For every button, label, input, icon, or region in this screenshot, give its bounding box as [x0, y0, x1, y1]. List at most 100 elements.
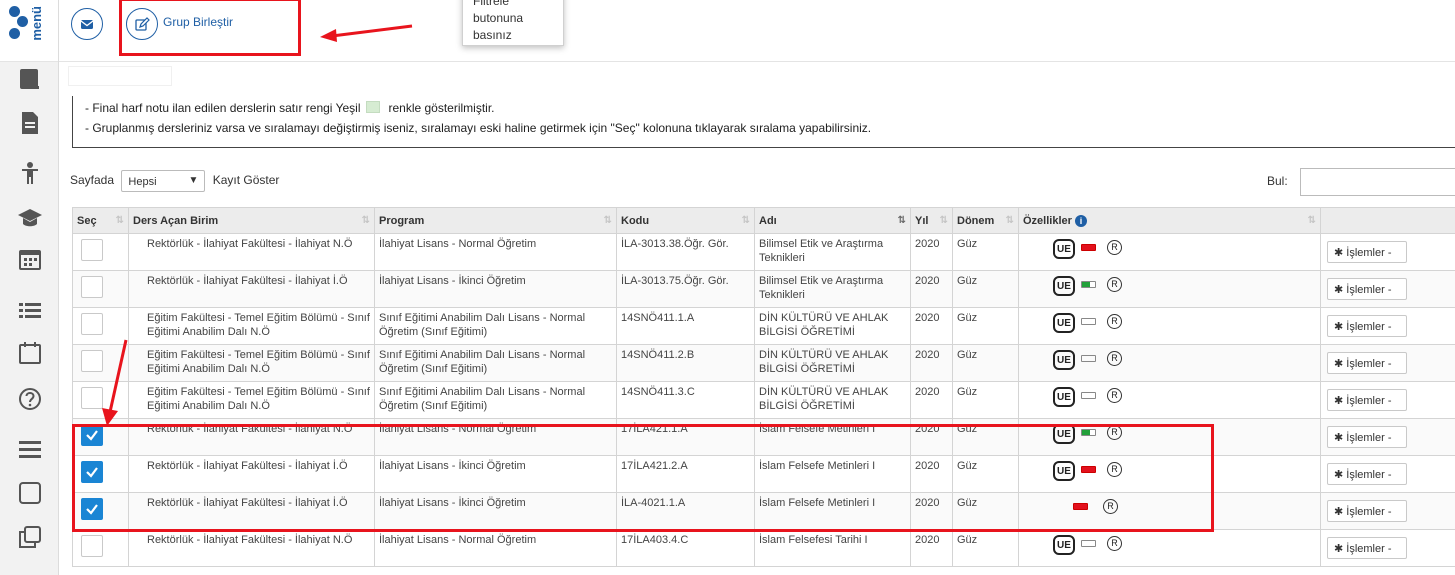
- page-size-select[interactable]: Hepsi ▼: [121, 170, 206, 192]
- info-line-text: - Final harf notu ilan edilen derslerin …: [85, 101, 361, 115]
- annotation-arrow-icon: [102, 339, 128, 426]
- paging-prefix: Sayfada: [70, 173, 115, 188]
- cell-adi: İslam Felsefesi Tarihi I: [754, 529, 911, 567]
- help-icon[interactable]: [17, 386, 43, 412]
- actions-label: İşlemler -: [1346, 247, 1392, 259]
- cell-program: Sınıf Eğitimi Anabilim Dalı Lisans - Nor…: [374, 381, 617, 419]
- person-icon[interactable]: [17, 160, 43, 186]
- envelope-icon: [80, 20, 94, 29]
- actions-label: İşlemler -: [1346, 395, 1392, 407]
- cell-ozellikler: UE R: [1018, 381, 1321, 419]
- cell-adi: Bilimsel Etik ve Araştırma Teknikleri: [754, 270, 911, 308]
- cell-donem: Güz: [952, 344, 1019, 382]
- calendar-icon[interactable]: [17, 246, 43, 272]
- page-size-value: Hepsi: [128, 176, 157, 188]
- calendar-outline-icon[interactable]: [17, 340, 43, 366]
- sort-icon[interactable]: ⇅: [362, 215, 370, 226]
- col-header-yil[interactable]: Yıl ⇅: [910, 207, 953, 234]
- status-indicator-icon: [1081, 244, 1096, 251]
- gear-icon: ✱: [1334, 358, 1344, 370]
- gear-icon: ✱: [1334, 469, 1344, 481]
- menu-logo-button[interactable]: menü: [6, 4, 58, 54]
- search-label: Bul:: [1267, 174, 1288, 188]
- table-row: Rektörlük - İlahiyat Fakültesi - İlahiya…: [72, 270, 1455, 308]
- col-header-adi[interactable]: Adı ⇅: [754, 207, 911, 234]
- actions-label: İşlemler -: [1346, 284, 1392, 296]
- search-input[interactable]: [1300, 168, 1455, 196]
- cell-kodu: 17İLA403.4.C: [616, 529, 755, 567]
- divider: [58, 0, 59, 62]
- col-header-ozellikler[interactable]: Özellikler i ⇅: [1018, 207, 1321, 234]
- registered-icon: R: [1107, 314, 1122, 329]
- cell-donem: Güz: [952, 307, 1019, 345]
- sort-icon[interactable]: ⇅: [940, 215, 948, 226]
- actions-dropdown-button[interactable]: ✱ İşlemler -: [1327, 389, 1407, 411]
- features: UE R: [1023, 274, 1316, 302]
- copy-icon[interactable]: [17, 524, 43, 550]
- col-header-actions[interactable]: ⇅: [1320, 207, 1455, 234]
- ue-badge-icon: UE: [1053, 350, 1075, 370]
- actions-label: İşlemler -: [1346, 469, 1392, 481]
- registered-icon: R: [1107, 240, 1122, 255]
- sort-icon[interactable]: ⇅: [742, 215, 750, 226]
- actions-label: İşlemler -: [1346, 432, 1392, 444]
- col-header-kodu[interactable]: Kodu ⇅: [616, 207, 755, 234]
- row-checkbox[interactable]: [81, 239, 103, 261]
- col-header-birim[interactable]: Ders Açan Birim ⇅: [128, 207, 375, 234]
- square-icon[interactable]: [17, 480, 43, 506]
- col-header-donem[interactable]: Dönem ⇅: [952, 207, 1019, 234]
- cell-yil: 2020: [910, 381, 953, 419]
- actions-dropdown-button[interactable]: ✱ İşlemler -: [1327, 241, 1407, 263]
- sort-icon[interactable]: ⇅: [604, 215, 612, 226]
- info-box: - Final harf notu ilan edilen derslerin …: [72, 96, 1455, 148]
- info-icon[interactable]: i: [1074, 214, 1087, 227]
- sort-icon[interactable]: ⇅: [898, 215, 906, 226]
- table-header-row: Seç ⇅ Ders Açan Birim ⇅ Program ⇅ Kodu ⇅ Adı…: [72, 207, 1455, 234]
- book-icon[interactable]: [17, 66, 43, 92]
- tooltip-line: basınız: [473, 28, 512, 42]
- sort-icon[interactable]: ⇅: [1308, 215, 1316, 226]
- row-checkbox[interactable]: [81, 276, 103, 298]
- cell-actions: ✱ İşlemler -: [1320, 344, 1455, 382]
- cell-program: İlahiyat Lisans - Normal Öğretim: [374, 529, 617, 567]
- features: UE R: [1023, 348, 1316, 376]
- tab-placeholder: [68, 66, 172, 86]
- registered-icon: R: [1107, 536, 1122, 551]
- gear-icon: ✱: [1334, 432, 1344, 444]
- cell-adi: DİN KÜLTÜRÜ VE AHLAK BİLGİSİ ÖĞRETİMİ: [754, 307, 911, 345]
- cell-kodu: 14SNÖ411.3.C: [616, 381, 755, 419]
- gear-icon: ✱: [1334, 395, 1344, 407]
- hamburger-menu-icon[interactable]: [17, 436, 43, 462]
- row-checkbox[interactable]: [81, 313, 103, 335]
- list-icon[interactable]: [17, 298, 43, 324]
- actions-dropdown-button[interactable]: ✱ İşlemler -: [1327, 500, 1407, 522]
- cell-actions: ✱ İşlemler -: [1320, 529, 1455, 567]
- ue-badge-icon: UE: [1053, 535, 1075, 555]
- actions-dropdown-button[interactable]: ✱ İşlemler -: [1327, 463, 1407, 485]
- row-checkbox[interactable]: [81, 535, 103, 557]
- cell-actions: ✱ İşlemler -: [1320, 492, 1455, 530]
- actions-label: İşlemler -: [1346, 358, 1392, 370]
- annotation-arrow-icon: [320, 24, 413, 42]
- graduation-cap-icon[interactable]: [17, 205, 43, 231]
- registered-icon: R: [1107, 388, 1122, 403]
- highlight-box-group-merge: [119, 0, 301, 56]
- paging-suffix: Kayıt Göster: [212, 173, 280, 188]
- col-header-sec[interactable]: Seç ⇅: [72, 207, 129, 234]
- cell-actions: ✱ İşlemler -: [1320, 455, 1455, 493]
- sort-icon[interactable]: ⇅: [116, 215, 124, 226]
- col-header-program[interactable]: Program ⇅: [374, 207, 617, 234]
- actions-dropdown-button[interactable]: ✱ İşlemler -: [1327, 278, 1407, 300]
- actions-dropdown-button[interactable]: ✱ İşlemler -: [1327, 315, 1407, 337]
- mail-button[interactable]: [71, 8, 103, 40]
- document-icon[interactable]: [17, 110, 43, 136]
- actions-dropdown-button[interactable]: ✱ İşlemler -: [1327, 537, 1407, 559]
- cell-actions: ✱ İşlemler -: [1320, 307, 1455, 345]
- gear-icon: ✱: [1334, 284, 1344, 296]
- sort-icon[interactable]: ⇅: [1006, 215, 1014, 226]
- status-indicator-icon: [1081, 392, 1096, 399]
- actions-dropdown-button[interactable]: ✱ İşlemler -: [1327, 426, 1407, 448]
- actions-dropdown-button[interactable]: ✱ İşlemler -: [1327, 352, 1407, 374]
- ue-badge-icon: UE: [1053, 387, 1075, 407]
- actions-label: İşlemler -: [1346, 321, 1392, 333]
